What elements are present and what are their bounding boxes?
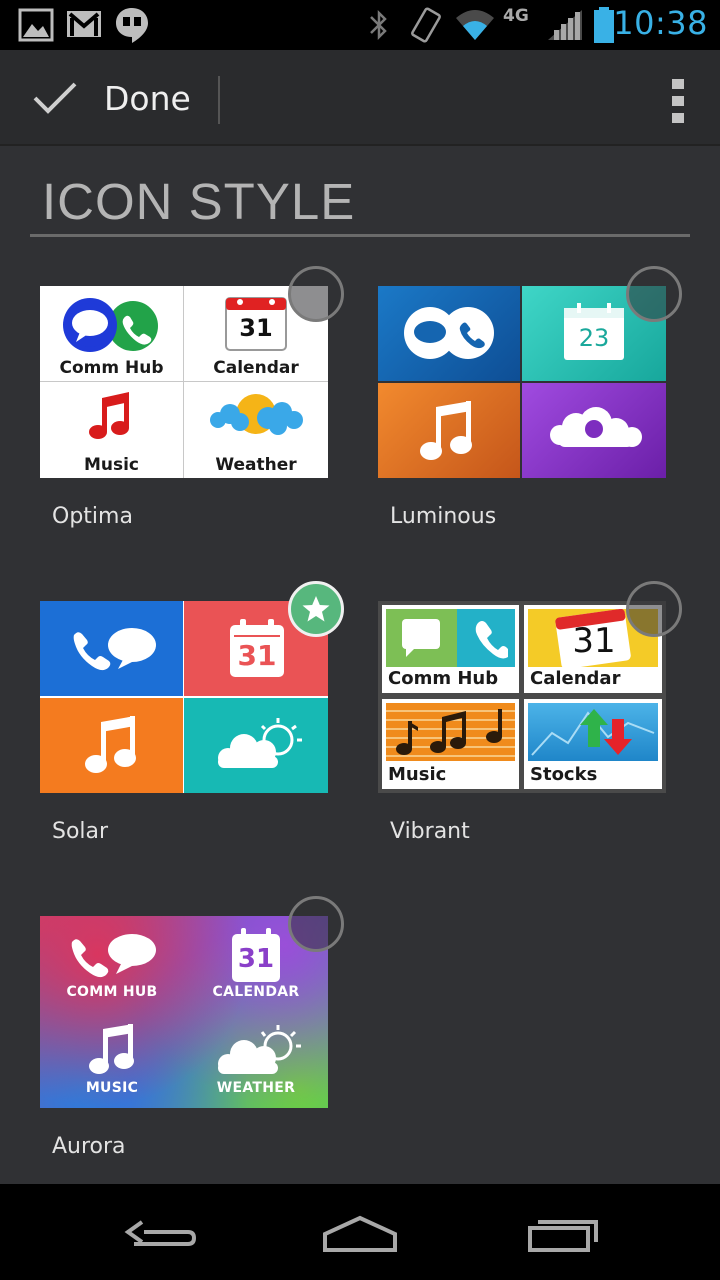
recents-icon <box>528 1220 598 1252</box>
aurora-music-label: MUSIC <box>85 1080 139 1096</box>
optima-comm-hub-label: Comm Hub <box>59 358 164 378</box>
vibrant-calendar-day: 31 <box>572 621 616 661</box>
optima-weather-tile: Weather <box>184 382 328 478</box>
weather-cloud-icon <box>550 407 642 447</box>
luminous-weather-tile <box>522 383 666 478</box>
aurora-weather-label: WEATHER <box>216 1080 296 1096</box>
radio-aurora[interactable] <box>288 896 344 952</box>
solar-preview: 31 <box>40 601 328 793</box>
optima-music-label: Music <box>83 455 140 475</box>
checkmark-icon <box>33 82 77 114</box>
optima-calendar-day: 31 <box>239 314 273 342</box>
phone-icon <box>475 621 508 659</box>
navigation-bar <box>0 1184 720 1280</box>
chat-bubble-icon <box>402 619 440 657</box>
vibrant-stocks-tile: Stocks <box>524 699 662 789</box>
wifi-icon <box>456 10 494 40</box>
style-name-vibrant: Vibrant <box>390 819 470 844</box>
network-type-label: 4G <box>503 6 529 26</box>
aurora-comm-hub-label: COMM HUB <box>66 984 158 1000</box>
hangouts-icon <box>116 8 148 43</box>
aurora-comm-hub-tile: COMM HUB <box>40 916 184 1012</box>
status-bar: 4G 10:38 <box>0 0 720 50</box>
vibrant-music-tile: Music <box>382 699 519 789</box>
action-bar-divider <box>218 76 220 124</box>
style-name-solar: Solar <box>52 819 109 844</box>
vibrant-stocks-art <box>528 703 658 761</box>
comm-hub-icon <box>73 628 156 671</box>
solar-comm-hub-tile <box>40 601 183 696</box>
style-name-aurora: Aurora <box>52 1134 126 1159</box>
aurora-preview: COMM HUB 31 CALENDAR MUSIC WEATHER <box>40 916 328 1108</box>
vibrant-comm-hub-tile: Comm Hub <box>382 605 519 693</box>
music-note-icon <box>89 392 129 439</box>
optima-calendar-label: Calendar <box>213 358 299 378</box>
optima-grid-line-v <box>183 286 184 478</box>
style-option-solar[interactable]: 31 Solar <box>40 581 360 881</box>
signal-icon <box>548 10 582 40</box>
optima-music-tile: Music <box>40 382 183 478</box>
weather-cloud-sun-icon <box>210 394 303 435</box>
done-button[interactable]: Done <box>0 50 220 146</box>
vibrant-preview: Comm Hub 31 Calendar Music Stocks <box>378 601 666 793</box>
music-note-icon <box>420 401 472 460</box>
aurora-music-tile: MUSIC <box>40 1012 184 1108</box>
radio-vibrant[interactable] <box>626 581 682 637</box>
weather-cloud-sun-icon <box>218 718 302 768</box>
section-divider <box>30 234 690 237</box>
comm-hub-icon <box>63 298 158 352</box>
section-title: ICON STYLE <box>42 173 356 230</box>
solar-weather-tile <box>184 698 328 793</box>
music-note-icon <box>85 716 136 773</box>
home-button[interactable] <box>305 1202 415 1262</box>
overflow-menu-icon[interactable] <box>666 76 690 124</box>
comm-hub-icon <box>71 934 156 978</box>
radio-optima[interactable] <box>288 266 344 322</box>
luminous-calendar-day: 23 <box>578 324 610 352</box>
music-notes-icon <box>396 709 502 755</box>
star-icon <box>302 596 330 622</box>
back-icon <box>124 1220 197 1246</box>
aurora-calendar-day: 31 <box>237 944 275 974</box>
clock: 10:38 <box>613 4 708 42</box>
style-name-luminous: Luminous <box>390 504 497 529</box>
done-label: Done <box>104 78 191 118</box>
optima-grid-line-h <box>40 381 328 382</box>
aurora-weather-tile: WEATHER <box>184 1012 328 1108</box>
optima-weather-label: Weather <box>215 455 297 475</box>
stocks-arrows-icon <box>531 709 655 756</box>
recents-button[interactable] <box>508 1202 618 1262</box>
vibrant-music-label: Music <box>388 764 447 785</box>
back-button[interactable] <box>106 1202 216 1262</box>
vibrant-stocks-label: Stocks <box>530 764 598 785</box>
vibrant-comm-hub-art <box>386 609 515 667</box>
radio-luminous[interactable] <box>626 266 682 322</box>
action-bar: Done <box>0 50 720 146</box>
vibrant-comm-hub-label: Comm Hub <box>388 668 499 689</box>
optima-preview: Comm Hub 31 Calendar Music Weather <box>40 286 328 478</box>
style-name-optima: Optima <box>52 504 133 529</box>
vibrant-music-art <box>386 703 515 761</box>
bluetooth-icon <box>370 9 387 41</box>
music-note-icon <box>89 1024 134 1074</box>
luminous-comm-hub-tile <box>378 286 520 381</box>
vibrant-calendar-label: Calendar <box>530 668 621 689</box>
style-option-vibrant[interactable]: Comm Hub 31 Calendar Music Stocks Vibran… <box>378 581 698 881</box>
solar-music-tile <box>40 698 183 793</box>
home-icon <box>323 1215 397 1252</box>
optima-comm-hub-tile: Comm Hub <box>40 286 183 381</box>
aurora-calendar-label: CALENDAR <box>212 984 300 1000</box>
luminous-music-tile <box>378 383 520 478</box>
comm-hub-icon <box>404 307 494 359</box>
luminous-preview: 23 <box>378 286 666 478</box>
weather-cloud-sun-icon <box>218 1025 301 1074</box>
vibrate-icon <box>411 7 441 43</box>
gallery-icon <box>18 8 54 42</box>
style-option-aurora[interactable]: COMM HUB 31 CALENDAR MUSIC WEATHER Auror… <box>40 896 360 1196</box>
style-option-luminous[interactable]: 23 Luminous <box>378 266 698 566</box>
style-option-optima[interactable]: Comm Hub 31 Calendar Music Weather Optim… <box>40 266 360 566</box>
gmail-icon <box>67 11 101 37</box>
radio-solar-selected[interactable] <box>288 581 344 637</box>
solar-calendar-day: 31 <box>237 639 277 672</box>
